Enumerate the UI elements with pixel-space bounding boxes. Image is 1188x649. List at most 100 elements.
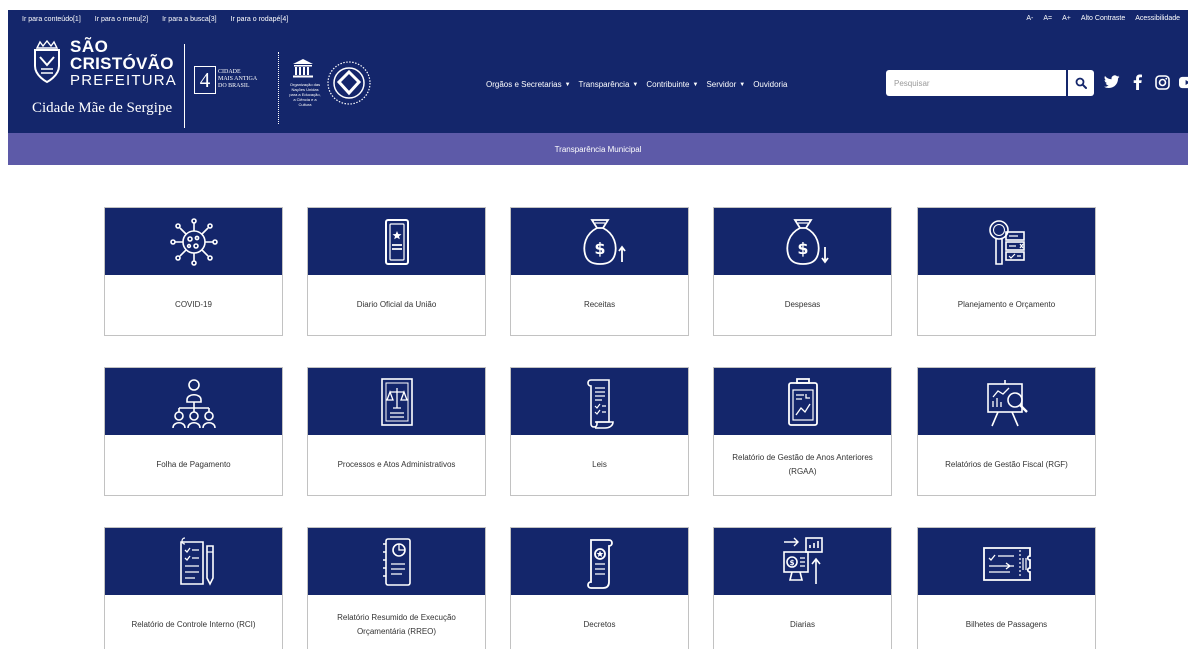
search-input[interactable]	[886, 70, 1066, 96]
card-covid[interactable]: COVID-19	[104, 207, 283, 336]
card-icon-area	[714, 368, 891, 435]
nav-label: Transparência	[578, 80, 630, 89]
card-label: Despesas	[784, 300, 821, 309]
card-rgaa[interactable]: Relatório de Gestão de Anos Anteriores (…	[713, 367, 892, 496]
card-planejamento[interactable]: Planejamento e Orçamento	[917, 207, 1096, 336]
card-icon-area	[511, 368, 688, 435]
section-title: Transparência Municipal	[554, 144, 642, 154]
card-label: Relatório de Gestão de Anos Anteriores (…	[732, 453, 873, 476]
font-increase-button[interactable]: A+	[1062, 15, 1071, 22]
fiscal-chart-magnifier-icon	[986, 379, 1028, 426]
nav-label: Ouvidoria	[753, 80, 788, 89]
skip-to-content-link[interactable]: Ir para conteúdo[1]	[22, 16, 81, 23]
nav-ouvidoria[interactable]: Ouvidoria	[753, 80, 787, 89]
youtube-icon[interactable]	[1179, 74, 1188, 90]
caret-down-icon: ▼	[739, 81, 746, 88]
skip-to-footer-link[interactable]: Ir para o rodapé[4]	[231, 16, 289, 23]
card-label: Relatório Resumido de Execução Orçamentá…	[337, 613, 456, 636]
card-label: Planejamento e Orçamento	[957, 300, 1056, 309]
card-icon-area	[918, 528, 1095, 595]
card-label: Receitas	[583, 300, 616, 309]
badge-line-1: CIDADE	[218, 69, 241, 75]
card-icon-area	[308, 528, 485, 595]
skip-to-search-link[interactable]: Ir para a busca[3]	[162, 16, 216, 23]
nav-label: Orgãos e Secretarias	[486, 80, 562, 89]
world-heritage-icon	[327, 61, 371, 105]
card-despesas[interactable]: $ Despesas	[713, 207, 892, 336]
search-button[interactable]	[1068, 70, 1094, 96]
card-label: Diario Oficial da União	[356, 300, 437, 309]
card-label: Bilhetes de Passagens	[965, 620, 1048, 629]
card-diarias[interactable]: $ Diarias	[713, 527, 892, 649]
card-icon-area	[511, 528, 688, 595]
card-decretos[interactable]: Decretos	[510, 527, 689, 649]
high-contrast-button[interactable]: Alto Contraste	[1081, 15, 1125, 22]
law-scroll-icon	[586, 378, 614, 429]
instagram-icon[interactable]	[1154, 74, 1170, 90]
social-links	[1104, 74, 1188, 90]
site-header: Ir para conteúdo[1] Ir para o menu[2] Ir…	[8, 10, 1188, 133]
card-icon-area	[308, 368, 485, 435]
card-rgf[interactable]: Relatórios de Gestão Fiscal (RGF)	[917, 367, 1096, 496]
caret-down-icon: ▼	[564, 81, 571, 88]
card-label: Decretos	[583, 620, 616, 629]
card-label: COVID-19	[175, 300, 212, 309]
caret-down-icon: ▼	[632, 81, 639, 88]
unesco-text: Organização das Nações Unidas para a Edu…	[289, 82, 321, 107]
card-leis[interactable]: Leis	[510, 367, 689, 496]
card-label: Processos e Atos Administrativos	[337, 460, 456, 469]
card-label: Leis	[592, 460, 607, 469]
nav-transparencia[interactable]: Transparência ▼	[579, 80, 639, 89]
search-icon	[1075, 77, 1087, 89]
crest-icon	[34, 40, 60, 84]
official-document-icon	[384, 218, 409, 265]
money-bag-down-icon: $	[785, 218, 829, 265]
skip-links: Ir para conteúdo[1] Ir para o menu[2] Ir…	[22, 16, 288, 23]
card-processos[interactable]: Processos e Atos Administrativos	[307, 367, 486, 496]
svg-text:$: $	[594, 239, 605, 258]
card-label: Relatórios de Gestão Fiscal (RGF)	[945, 460, 1068, 469]
card-bilhetes[interactable]: Bilhetes de Passagens	[917, 527, 1096, 649]
logo-tagline: Cidade Mãe de Sergipe	[32, 100, 173, 116]
logo-line-2: CRISTÓVÃO	[70, 54, 174, 73]
twitter-icon[interactable]	[1104, 74, 1120, 90]
virus-icon	[169, 217, 218, 266]
planning-checklist-icon	[988, 219, 1025, 265]
card-icon-area: $	[714, 528, 891, 595]
oldest-city-badge: 4 CIDADE MAIS ANTIGA DO BRASIL	[194, 62, 270, 102]
team-hierarchy-icon	[171, 378, 216, 428]
card-folha-pagamento[interactable]: Folha de Pagamento	[104, 367, 283, 496]
main-nav: Orgãos e Secretarias ▼ Transparência ▼ Con…	[486, 80, 787, 89]
card-rreo[interactable]: Relatório Resumido de Execução Orçamentá…	[307, 527, 486, 649]
card-label: Diarias	[790, 620, 815, 629]
unesco-logo: Organização das Nações Unidas para a Edu…	[288, 58, 321, 120]
card-label: Relatório de Controle Interno (RCI)	[131, 620, 256, 629]
nav-servidor[interactable]: Servidor ▼	[706, 80, 745, 89]
justice-scale-document-icon	[380, 377, 413, 426]
card-diario-oficial[interactable]: Diario Oficial da União	[307, 207, 486, 336]
skip-to-menu-link[interactable]: Ir para o menu[2]	[95, 16, 148, 23]
nav-label: Contribuinte	[646, 80, 690, 89]
accessibility-link[interactable]: Acessibilidade	[1135, 15, 1180, 22]
ticket-icon	[982, 546, 1031, 581]
accessibility-bar: A- A= A+ Alto Contraste Acessibilidade	[1026, 15, 1180, 22]
facebook-icon[interactable]	[1129, 74, 1145, 90]
card-receitas[interactable]: $ Receitas	[510, 207, 689, 336]
nav-orgaos[interactable]: Orgãos e Secretarias ▼	[486, 80, 571, 89]
font-reset-button[interactable]: A=	[1043, 15, 1052, 22]
section-bar: Transparência Municipal	[8, 133, 1188, 165]
card-icon-area	[105, 528, 282, 595]
site-logo[interactable]: SÃO CRISTÓVÃO PREFEITURA Cidade Mãe de S…	[30, 38, 180, 130]
unesco-temple-icon	[293, 59, 313, 78]
card-rci[interactable]: Relatório de Controle Interno (RCI)	[104, 527, 283, 649]
logo-line-1: SÃO	[70, 37, 109, 56]
nav-contribuinte[interactable]: Contribuinte ▼	[646, 80, 698, 89]
svg-text:$: $	[789, 559, 794, 567]
card-icon-area: $	[511, 208, 688, 275]
nav-label: Servidor	[706, 80, 737, 89]
money-bag-up-icon: $	[582, 218, 626, 265]
card-icon-area	[918, 208, 1095, 275]
clipboard-report-icon	[787, 377, 818, 426]
card-icon-area	[308, 208, 485, 275]
font-decrease-button[interactable]: A-	[1026, 15, 1033, 22]
